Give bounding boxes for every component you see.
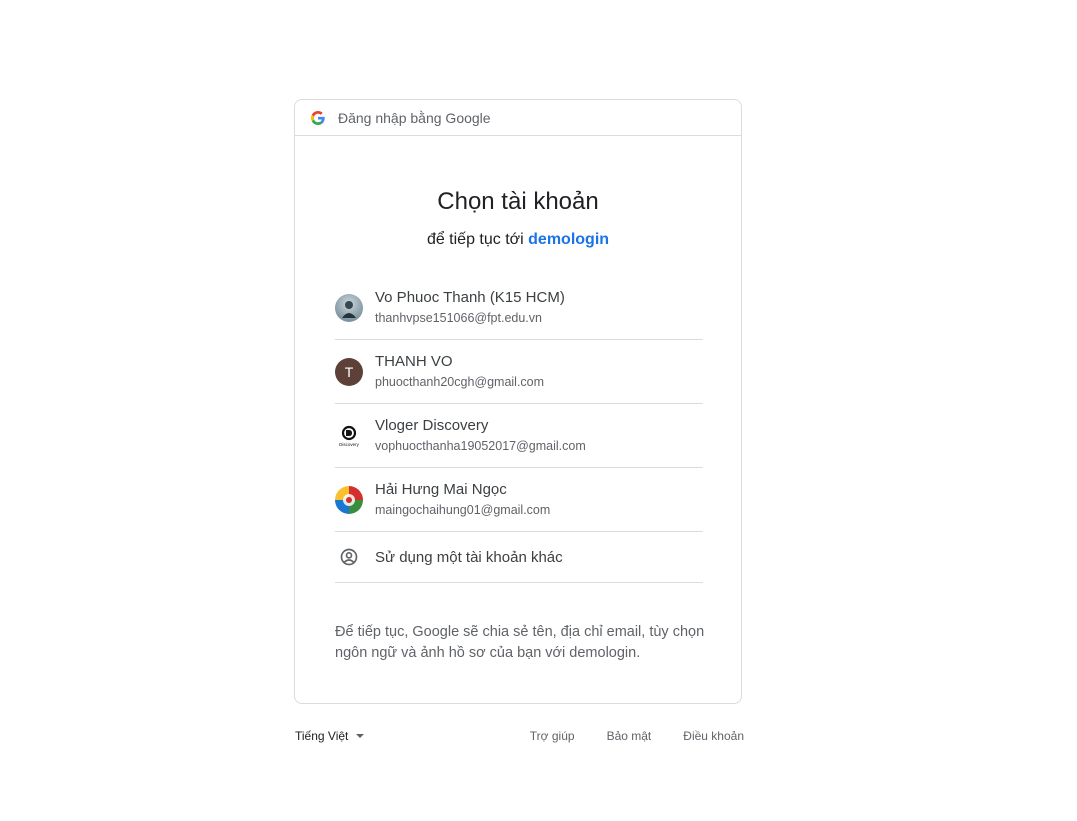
avatar: T — [335, 357, 363, 386]
account-email: maingochaihung01@gmail.com — [375, 503, 551, 517]
globe-flag-icon — [343, 493, 355, 506]
account-name: Hải Hưng Mai Ngọc — [375, 481, 507, 498]
svg-text:Discovery: Discovery — [339, 442, 360, 447]
page: Đăng nhập bằng Google Chọn tài khoản để … — [0, 0, 1077, 821]
language-label: Tiếng Việt — [295, 729, 349, 743]
avatar: Discovery — [335, 421, 363, 450]
terms-link[interactable]: Điều khoản — [683, 729, 744, 743]
footer: Tiếng Việt Trợ giúp Bảo mật Điều khoản — [294, 727, 744, 747]
account-text: THANH VO phuocthanh20cgh@gmail.com — [375, 352, 544, 391]
account-item[interactable]: Vo Phuoc Thanh (K15 HCM) thanhvpse151066… — [335, 276, 703, 340]
avatar — [335, 293, 363, 322]
language-selector[interactable]: Tiếng Việt — [295, 729, 365, 743]
header-text: Đăng nhập bằng Google — [338, 109, 491, 126]
help-link[interactable]: Trợ giúp — [530, 729, 575, 743]
app-name-link[interactable]: demologin — [528, 231, 609, 248]
subtitle-prefix: để tiếp tục tới — [426, 231, 524, 248]
privacy-notice: Để tiếp tục, Google sẽ chia sẻ tên, địa … — [335, 624, 705, 661]
avatar-letter: T — [344, 363, 354, 380]
account-item[interactable]: T THANH VO phuocthanh20cgh@gmail.com — [335, 340, 703, 404]
account-name: Vloger Discovery — [375, 417, 489, 434]
account-text: Hải Hưng Mai Ngọc maingochaihung01@gmail… — [375, 480, 550, 519]
person-photo-icon — [342, 300, 356, 318]
use-another-account-label: Sử dụng một tài khoản khác — [375, 548, 563, 566]
avatar — [335, 485, 363, 514]
privacy-link[interactable]: Bảo mật — [607, 729, 652, 743]
account-name: THANH VO — [375, 353, 453, 370]
account-email: thanhvpse151066@fpt.edu.vn — [375, 311, 542, 325]
caret-down-icon — [356, 734, 365, 738]
footer-links: Trợ giúp Bảo mật Điều khoản — [498, 729, 744, 743]
discovery-logo-icon: Discovery — [339, 425, 360, 447]
sign-in-card: Đăng nhập bằng Google Chọn tài khoản để … — [294, 99, 742, 704]
google-logo-icon — [311, 110, 325, 125]
account-circle-icon — [335, 543, 363, 571]
account-item[interactable]: Discovery Vloger Discovery vophuocthanha… — [335, 404, 703, 468]
account-email: phuocthanh20cgh@gmail.com — [375, 375, 545, 389]
account-name: Vo Phuoc Thanh (K15 HCM) — [375, 289, 565, 306]
use-another-account-button[interactable]: Sử dụng một tài khoản khác — [335, 532, 703, 583]
card-header: Đăng nhập bằng Google — [295, 100, 741, 136]
account-item[interactable]: Hải Hưng Mai Ngọc maingochaihung01@gmail… — [335, 468, 703, 532]
account-email: vophuocthanha19052017@gmail.com — [375, 439, 586, 453]
account-text: Vo Phuoc Thanh (K15 HCM) thanhvpse151066… — [375, 288, 565, 327]
page-title: Chọn tài khoản — [437, 188, 599, 215]
subtitle: để tiếp tục tới demologin — [295, 231, 741, 249]
account-text: Vloger Discovery vophuocthanha19052017@g… — [375, 416, 586, 455]
account-list: Vo Phuoc Thanh (K15 HCM) thanhvpse151066… — [335, 276, 703, 583]
